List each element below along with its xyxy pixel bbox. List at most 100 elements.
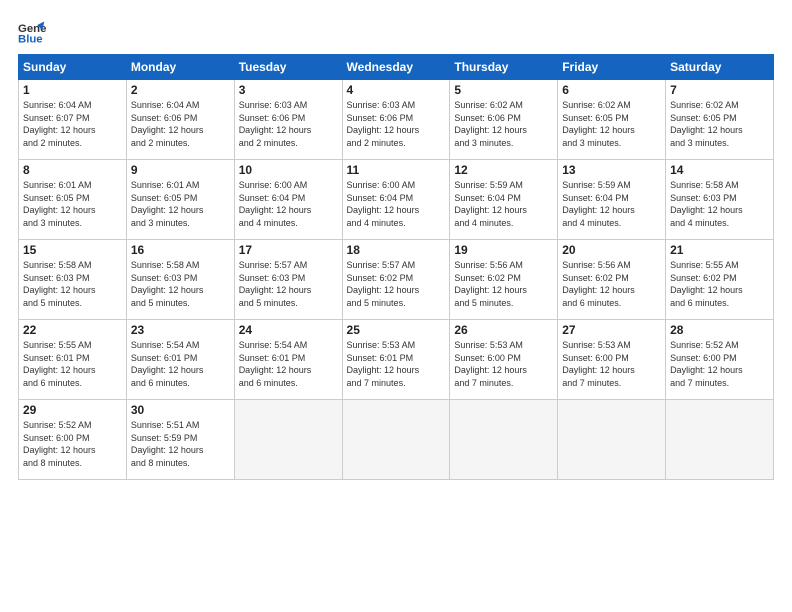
day-number: 30	[131, 403, 230, 417]
weekday-header-thursday: Thursday	[450, 55, 558, 80]
day-number: 17	[239, 243, 338, 257]
day-info: Sunrise: 6:00 AM Sunset: 6:04 PM Dayligh…	[239, 179, 338, 229]
day-info: Sunrise: 5:53 AM Sunset: 6:00 PM Dayligh…	[562, 339, 661, 389]
day-info: Sunrise: 6:03 AM Sunset: 6:06 PM Dayligh…	[239, 99, 338, 149]
calendar-cell	[666, 400, 774, 480]
calendar-cell: 22 Sunrise: 5:55 AM Sunset: 6:01 PM Dayli…	[19, 320, 127, 400]
calendar-cell: 20 Sunrise: 5:56 AM Sunset: 6:02 PM Dayli…	[558, 240, 666, 320]
calendar-cell	[558, 400, 666, 480]
calendar-cell: 1 Sunrise: 6:04 AM Sunset: 6:07 PM Daylig…	[19, 80, 127, 160]
day-number: 11	[347, 163, 446, 177]
day-number: 4	[347, 83, 446, 97]
day-number: 3	[239, 83, 338, 97]
day-info: Sunrise: 6:00 AM Sunset: 6:04 PM Dayligh…	[347, 179, 446, 229]
calendar-cell: 13 Sunrise: 5:59 AM Sunset: 6:04 PM Dayli…	[558, 160, 666, 240]
weekday-header-row: SundayMondayTuesdayWednesdayThursdayFrid…	[19, 55, 774, 80]
day-info: Sunrise: 5:53 AM Sunset: 6:00 PM Dayligh…	[454, 339, 553, 389]
calendar-cell: 26 Sunrise: 5:53 AM Sunset: 6:00 PM Dayli…	[450, 320, 558, 400]
day-number: 26	[454, 323, 553, 337]
day-number: 6	[562, 83, 661, 97]
calendar-cell: 11 Sunrise: 6:00 AM Sunset: 6:04 PM Dayli…	[342, 160, 450, 240]
day-info: Sunrise: 6:01 AM Sunset: 6:05 PM Dayligh…	[131, 179, 230, 229]
calendar-cell: 27 Sunrise: 5:53 AM Sunset: 6:00 PM Dayli…	[558, 320, 666, 400]
day-info: Sunrise: 5:58 AM Sunset: 6:03 PM Dayligh…	[131, 259, 230, 309]
calendar-cell: 18 Sunrise: 5:57 AM Sunset: 6:02 PM Dayli…	[342, 240, 450, 320]
day-number: 22	[23, 323, 122, 337]
day-number: 5	[454, 83, 553, 97]
day-number: 21	[670, 243, 769, 257]
weekday-header-monday: Monday	[126, 55, 234, 80]
day-number: 24	[239, 323, 338, 337]
weekday-header-sunday: Sunday	[19, 55, 127, 80]
day-number: 28	[670, 323, 769, 337]
calendar-cell: 19 Sunrise: 5:56 AM Sunset: 6:02 PM Dayli…	[450, 240, 558, 320]
weekday-header-saturday: Saturday	[666, 55, 774, 80]
calendar-cell: 28 Sunrise: 5:52 AM Sunset: 6:00 PM Dayli…	[666, 320, 774, 400]
calendar-cell: 8Sunrise: 6:01 AM Sunset: 6:05 PM Daylig…	[19, 160, 127, 240]
day-info: Sunrise: 5:52 AM Sunset: 6:00 PM Dayligh…	[670, 339, 769, 389]
calendar-cell: 16Sunrise: 5:58 AM Sunset: 6:03 PM Dayli…	[126, 240, 234, 320]
weekday-header-friday: Friday	[558, 55, 666, 80]
page-header: General Blue	[18, 18, 774, 46]
day-info: Sunrise: 5:58 AM Sunset: 6:03 PM Dayligh…	[670, 179, 769, 229]
day-info: Sunrise: 5:56 AM Sunset: 6:02 PM Dayligh…	[454, 259, 553, 309]
day-number: 14	[670, 163, 769, 177]
calendar-week-2: 8Sunrise: 6:01 AM Sunset: 6:05 PM Daylig…	[19, 160, 774, 240]
day-info: Sunrise: 6:03 AM Sunset: 6:06 PM Dayligh…	[347, 99, 446, 149]
calendar-cell: 24 Sunrise: 5:54 AM Sunset: 6:01 PM Dayli…	[234, 320, 342, 400]
day-info: Sunrise: 6:04 AM Sunset: 6:06 PM Dayligh…	[131, 99, 230, 149]
calendar-cell: 5Sunrise: 6:02 AM Sunset: 6:06 PM Daylig…	[450, 80, 558, 160]
calendar-cell: 25 Sunrise: 5:53 AM Sunset: 6:01 PM Dayli…	[342, 320, 450, 400]
day-number: 1	[23, 83, 122, 97]
calendar-cell: 7 Sunrise: 6:02 AM Sunset: 6:05 PM Daylig…	[666, 80, 774, 160]
calendar-cell: 17Sunrise: 5:57 AM Sunset: 6:03 PM Dayli…	[234, 240, 342, 320]
svg-text:Blue: Blue	[18, 34, 43, 46]
day-number: 13	[562, 163, 661, 177]
calendar-week-3: 15 Sunrise: 5:58 AM Sunset: 6:03 PM Dayli…	[19, 240, 774, 320]
calendar-page: General Blue SundayMondayTuesdayWednesda…	[0, 0, 792, 612]
calendar-cell: 29Sunrise: 5:52 AM Sunset: 6:00 PM Dayli…	[19, 400, 127, 480]
logo: General Blue	[18, 18, 50, 46]
calendar-cell: 23Sunrise: 5:54 AM Sunset: 6:01 PM Dayli…	[126, 320, 234, 400]
day-info: Sunrise: 5:54 AM Sunset: 6:01 PM Dayligh…	[239, 339, 338, 389]
day-number: 7	[670, 83, 769, 97]
day-info: Sunrise: 5:52 AM Sunset: 6:00 PM Dayligh…	[23, 419, 122, 469]
calendar-cell	[450, 400, 558, 480]
day-info: Sunrise: 5:57 AM Sunset: 6:02 PM Dayligh…	[347, 259, 446, 309]
day-info: Sunrise: 5:59 AM Sunset: 6:04 PM Dayligh…	[562, 179, 661, 229]
calendar-week-1: 1 Sunrise: 6:04 AM Sunset: 6:07 PM Daylig…	[19, 80, 774, 160]
day-info: Sunrise: 5:55 AM Sunset: 6:01 PM Dayligh…	[23, 339, 122, 389]
calendar-cell: 4 Sunrise: 6:03 AM Sunset: 6:06 PM Daylig…	[342, 80, 450, 160]
day-info: Sunrise: 6:02 AM Sunset: 6:05 PM Dayligh…	[670, 99, 769, 149]
day-info: Sunrise: 5:56 AM Sunset: 6:02 PM Dayligh…	[562, 259, 661, 309]
day-number: 20	[562, 243, 661, 257]
day-number: 19	[454, 243, 553, 257]
day-info: Sunrise: 5:59 AM Sunset: 6:04 PM Dayligh…	[454, 179, 553, 229]
day-number: 27	[562, 323, 661, 337]
day-info: Sunrise: 5:58 AM Sunset: 6:03 PM Dayligh…	[23, 259, 122, 309]
weekday-header-tuesday: Tuesday	[234, 55, 342, 80]
calendar-cell	[342, 400, 450, 480]
logo-icon: General Blue	[18, 18, 46, 46]
calendar-cell: 3 Sunrise: 6:03 AM Sunset: 6:06 PM Daylig…	[234, 80, 342, 160]
day-number: 2	[131, 83, 230, 97]
day-info: Sunrise: 6:02 AM Sunset: 6:05 PM Dayligh…	[562, 99, 661, 149]
calendar-week-5: 29Sunrise: 5:52 AM Sunset: 6:00 PM Dayli…	[19, 400, 774, 480]
day-info: Sunrise: 5:55 AM Sunset: 6:02 PM Dayligh…	[670, 259, 769, 309]
day-info: Sunrise: 5:54 AM Sunset: 6:01 PM Dayligh…	[131, 339, 230, 389]
calendar-cell: 2 Sunrise: 6:04 AM Sunset: 6:06 PM Daylig…	[126, 80, 234, 160]
day-info: Sunrise: 5:51 AM Sunset: 5:59 PM Dayligh…	[131, 419, 230, 469]
calendar-week-4: 22 Sunrise: 5:55 AM Sunset: 6:01 PM Dayli…	[19, 320, 774, 400]
weekday-header-wednesday: Wednesday	[342, 55, 450, 80]
day-number: 25	[347, 323, 446, 337]
day-info: Sunrise: 6:04 AM Sunset: 6:07 PM Dayligh…	[23, 99, 122, 149]
calendar-cell: 14 Sunrise: 5:58 AM Sunset: 6:03 PM Dayli…	[666, 160, 774, 240]
calendar-cell: 9 Sunrise: 6:01 AM Sunset: 6:05 PM Daylig…	[126, 160, 234, 240]
day-number: 10	[239, 163, 338, 177]
day-number: 18	[347, 243, 446, 257]
day-info: Sunrise: 5:53 AM Sunset: 6:01 PM Dayligh…	[347, 339, 446, 389]
day-number: 15	[23, 243, 122, 257]
calendar-cell: 6 Sunrise: 6:02 AM Sunset: 6:05 PM Daylig…	[558, 80, 666, 160]
calendar-cell: 21 Sunrise: 5:55 AM Sunset: 6:02 PM Dayli…	[666, 240, 774, 320]
day-number: 9	[131, 163, 230, 177]
